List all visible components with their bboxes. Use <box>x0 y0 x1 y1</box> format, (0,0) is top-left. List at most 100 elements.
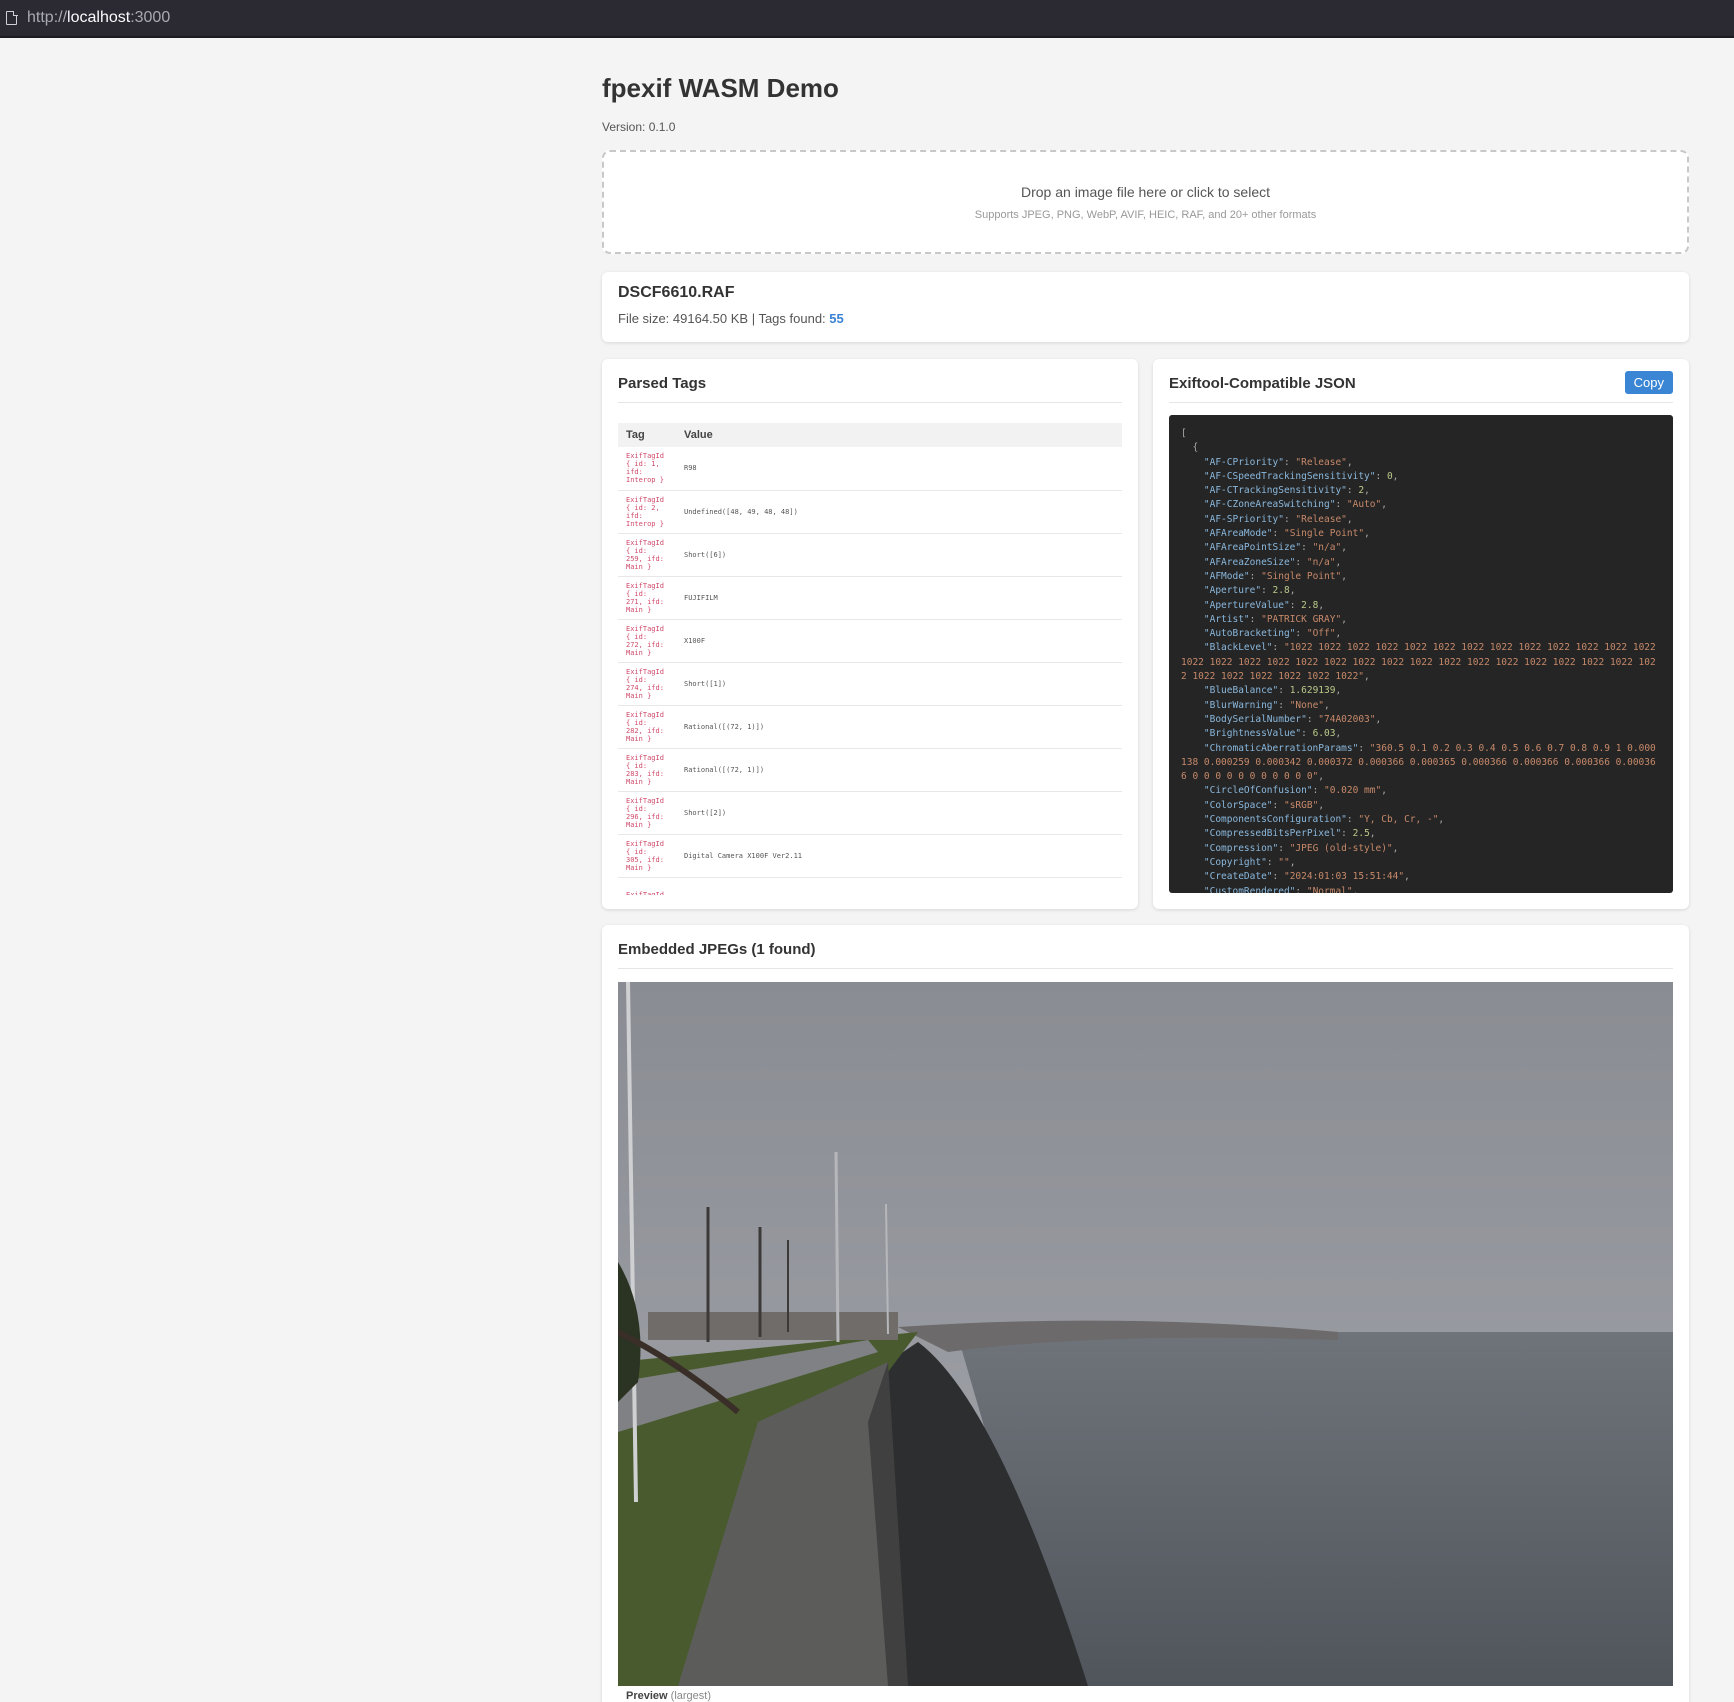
tag-cell: ExifTagId { id: 2, ifd: Interop } <box>618 490 676 534</box>
json-key: "AFAreaZoneSize" <box>1203 556 1296 568</box>
json-value: 2.5 <box>1352 828 1370 840</box>
json-output[interactable]: [ { "AF-CPriority": "Release", "AF-CSpee… <box>1169 415 1673 893</box>
json-value: 0 <box>1386 470 1393 482</box>
json-key: "AFAreaMode" <box>1203 528 1273 540</box>
json-value: 1.629139 <box>1289 685 1336 697</box>
json-value: "sRGB" <box>1283 799 1319 811</box>
value-cell: R98 <box>676 447 1122 491</box>
file-dropzone[interactable]: Drop an image file here or click to sele… <box>602 150 1689 254</box>
json-key: "Copyright" <box>1203 856 1267 868</box>
json-key: "AF-CZoneAreaSwitching" <box>1203 499 1336 511</box>
json-key: "BrightnessValue" <box>1203 728 1302 740</box>
dropzone-formats: Supports JPEG, PNG, WebP, AVIF, HEIC, RA… <box>974 209 1317 221</box>
tag-cell: ExifTagId { id: 283, ifd: Main } <box>618 748 676 792</box>
json-value: "JPEG (old-style)" <box>1289 842 1393 854</box>
table-row: ExifTagId { id: 282, ifd: Main } Rational… <box>618 705 1122 749</box>
tags-table-header: Tag Value <box>618 423 1122 447</box>
preview-caption: Preview (largest) <box>626 1690 711 1702</box>
value-cell: Rational([(72, 1)]) <box>676 705 1122 749</box>
json-key: "CustomRendered" <box>1203 885 1296 894</box>
file-info-card: DSCF6610.RAF File size: 49164.50 KB | Ta… <box>602 272 1689 342</box>
value-cell: Undefined([48, 49, 48, 48]) <box>676 490 1122 534</box>
table-row: ExifTagId { id: 274, ifd: Main } Short([1… <box>618 662 1122 706</box>
json-open-brace: { <box>1192 442 1199 454</box>
table-row: ExifTagId { id: 283, ifd: Main } Rational… <box>618 748 1122 792</box>
tag-cell: ExifTagId { id: 282, ifd: Main } <box>618 705 676 749</box>
json-key: "BodySerialNumber" <box>1203 713 1307 725</box>
json-key: "ApertureValue" <box>1203 599 1290 611</box>
tags-scroll-area[interactable]: Tag Value ExifTagId { id: 1, ifd: Intero… <box>618 423 1122 895</box>
json-key: "ComponentsConfiguration" <box>1203 814 1347 826</box>
table-row: ExifTagId { id: 1, ifd: Interop } R98 <box>618 447 1122 491</box>
json-key: "BlueBalance" <box>1203 685 1279 697</box>
json-value: "Single Point" <box>1283 528 1365 540</box>
tag-column-header: Tag <box>618 423 676 447</box>
json-value: 2.8 <box>1272 585 1290 597</box>
browser-address-bar[interactable]: http://localhost:3000 <box>0 0 1734 38</box>
tag-cell: ExifTagId { id: 274, ifd: Main } <box>618 662 676 706</box>
copy-button[interactable]: Copy <box>1624 371 1673 394</box>
table-row: ExifTagId { id: 296, ifd: Main } Short([2… <box>618 791 1122 835</box>
preview-caption-detail: (largest) <box>667 1690 711 1702</box>
tag-cell: ExifTagId { id: 1, ifd: Interop } <box>618 447 676 491</box>
json-panel: Exiftool-Compatible JSON Copy [ { "AF-CP… <box>1153 359 1689 909</box>
json-key: "AF-SPriority" <box>1203 513 1284 525</box>
json-key: "CompressedBitsPerPixel" <box>1203 828 1342 840</box>
json-value: "Auto" <box>1346 499 1382 511</box>
url-port: :3000 <box>130 9 171 26</box>
json-value: "" <box>1278 856 1290 868</box>
json-open-bracket: [ <box>1181 428 1187 439</box>
json-key: "BlackLevel" <box>1203 642 1273 654</box>
table-row: ExifTagId { id: 2, ifd: Interop } Undefin… <box>618 490 1122 534</box>
table-row: ExifTagId { id: 305, ifd: Main } Digital … <box>618 834 1122 878</box>
table-row: ExifTagId { id: 259, ifd: Main } Short([6… <box>618 533 1122 577</box>
parsed-tags-title: Parsed Tags <box>618 375 1122 403</box>
table-row: ExifTagId { id: 272, ifd: Main } X100F <box>618 619 1122 663</box>
json-value: "n/a" <box>1312 542 1342 554</box>
json-value: "Release" <box>1295 513 1347 525</box>
json-panel-title: Exiftool-Compatible JSON Copy <box>1169 371 1673 403</box>
json-value: "Release" <box>1295 456 1347 468</box>
json-value: "Normal" <box>1306 885 1353 894</box>
value-column-header: Value <box>676 423 1122 447</box>
value-cell: Short([2]) <box>676 791 1122 835</box>
json-value: "Y, Cb, Cr, -" <box>1358 814 1439 826</box>
json-key: "Aperture" <box>1203 585 1262 597</box>
file-info: File size: 49164.50 KB | Tags found: 55 <box>618 311 1673 326</box>
json-key: "ChromaticAberrationParams" <box>1203 742 1359 754</box>
json-key: "CircleOfConfusion" <box>1203 785 1313 797</box>
json-value: "PATRICK GRAY" <box>1261 613 1342 625</box>
url-text[interactable]: http://localhost:3000 <box>27 9 170 27</box>
json-value: 2 <box>1358 485 1365 497</box>
table-row: ExifTagId { id: 271, ifd: Main } FUJIFILM <box>618 576 1122 620</box>
json-key: "BlurWarning" <box>1203 699 1279 711</box>
json-key: "Compression" <box>1203 842 1279 854</box>
tag-count: 55 <box>829 311 844 326</box>
json-value: "74A02003" <box>1318 713 1376 725</box>
file-name: DSCF6610.RAF <box>618 284 735 301</box>
json-key: "AF-CSpeedTrackingSensitivity" <box>1203 470 1376 482</box>
embedded-jpegs-title: Embedded JPEGs (1 found) <box>618 941 1673 969</box>
json-key: "AFAreaPointSize" <box>1203 542 1302 554</box>
tag-cell: ExifTagId { id: 272, ifd: Main } <box>618 619 676 663</box>
url-host: localhost <box>67 9 131 26</box>
json-key: "AF-CTrackingSensitivity" <box>1203 485 1347 497</box>
tag-cell: ExifTagId { id: 271, ifd: Main } <box>618 576 676 620</box>
json-value: 6.03 <box>1312 728 1336 740</box>
json-title-text: Exiftool-Compatible JSON <box>1169 375 1356 392</box>
parsed-tags-panel: Parsed Tags Tag Value ExifTagId { id: 1,… <box>602 359 1138 909</box>
value-cell: Rational([(72, 1)]) <box>676 748 1122 792</box>
dropzone-text: Drop an image file here or click to sele… <box>1021 184 1270 200</box>
tag-cell: ExifTagId { id: 296, ifd: Main } <box>618 791 676 835</box>
value-cell: Short([6]) <box>676 533 1122 577</box>
value-cell: FUJIFILM <box>676 576 1122 620</box>
table-row: ExifTagId { id:2024:01:03 15:51:44 <box>618 877 1122 895</box>
json-value: "Off" <box>1306 628 1336 640</box>
json-value: "n/a" <box>1306 556 1336 568</box>
tag-cell: ExifTagId { id: 259, ifd: Main } <box>618 533 676 577</box>
value-cell: Digital Camera X100F Ver2.11 <box>676 834 1122 878</box>
value-cell: X100F <box>676 619 1122 663</box>
json-key: "AF-CPriority" <box>1203 456 1284 468</box>
url-scheme: http:// <box>27 9 68 26</box>
tag-cell: ExifTagId { id: <box>618 877 676 895</box>
